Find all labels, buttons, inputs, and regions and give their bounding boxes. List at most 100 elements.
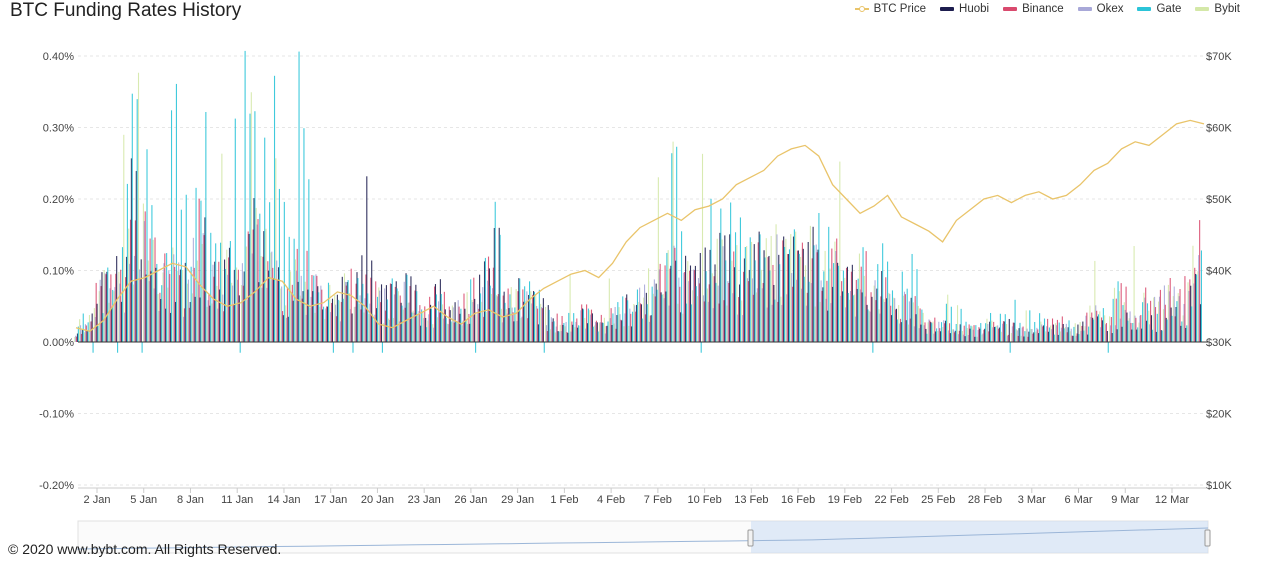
- y-left-tick-label: 0.10%: [43, 266, 74, 278]
- y-left-tick-label: 0.30%: [43, 123, 74, 135]
- bar-gate: [146, 149, 148, 342]
- bar-gate: [1073, 326, 1075, 342]
- bar-gate: [891, 290, 894, 342]
- bar-gate: [896, 319, 898, 342]
- bar-gate: [205, 111, 207, 342]
- bar-gate: [426, 327, 428, 342]
- navigator-handle-left[interactable]: [747, 529, 754, 547]
- bar-gate: [1146, 303, 1149, 342]
- bar-gate: [1068, 320, 1070, 342]
- bar-gate: [156, 263, 158, 342]
- bar-gate: [1112, 298, 1114, 342]
- bar-gate: [563, 322, 565, 342]
- y-left-tick-label: 0.40%: [43, 51, 74, 63]
- x-tick-label: 20 Jan: [361, 494, 394, 506]
- bar-gate: [1117, 281, 1119, 342]
- bar-gate: [553, 321, 555, 342]
- bar-gate: [283, 201, 285, 342]
- bar-gate: [1063, 328, 1065, 342]
- bar-gate: [852, 295, 854, 342]
- x-tick-label: 28 Feb: [968, 494, 1002, 506]
- bar-gate: [117, 342, 119, 353]
- bar-gate: [676, 146, 678, 342]
- bar-gate: [362, 283, 364, 342]
- bar-gate: [818, 212, 820, 342]
- copyright: © 2020 www.bybt.com. All Rights Reserved…: [8, 541, 282, 557]
- bar-gate: [1142, 302, 1144, 342]
- bar-gate: [514, 307, 516, 342]
- bar-gate: [862, 247, 864, 342]
- bar-gate: [445, 317, 447, 342]
- bar-gate: [725, 260, 727, 342]
- bar-gate: [273, 75, 276, 343]
- bar-gate: [141, 342, 143, 353]
- bar-gate: [661, 294, 663, 342]
- bar-gate: [955, 323, 957, 342]
- bar-gate: [666, 252, 668, 342]
- bar-gate: [1181, 321, 1183, 342]
- bar-gate: [734, 232, 737, 342]
- bar-gate: [558, 331, 560, 342]
- bar-gate: [406, 274, 408, 342]
- bar-gate: [1200, 250, 1202, 342]
- bar-gate: [1166, 319, 1168, 342]
- bar-gate: [573, 313, 575, 342]
- bar-gate: [759, 234, 761, 342]
- bar-gate: [651, 286, 653, 342]
- x-tick-label: 8 Jan: [177, 494, 204, 506]
- bar-gate: [656, 289, 658, 342]
- y-left-tick-label: -0.10%: [39, 409, 74, 421]
- bar-gate: [504, 302, 506, 342]
- navigator-handle-right[interactable]: [1204, 529, 1211, 547]
- bar-gate: [784, 246, 786, 342]
- bar-gate: [847, 292, 849, 342]
- bar-gate: [1191, 306, 1193, 342]
- y-right-tick-label: $40K: [1206, 266, 1232, 278]
- bar-gate: [681, 231, 683, 342]
- bar-gate: [990, 312, 992, 342]
- bar-gate: [1176, 301, 1178, 342]
- bar-gate: [215, 243, 217, 342]
- bar-gate: [877, 264, 879, 342]
- bar-gate: [636, 289, 638, 342]
- bar-gate: [1161, 330, 1163, 342]
- bar-gate: [87, 322, 89, 342]
- bar-gate: [872, 342, 874, 353]
- bar-huobi: [331, 298, 334, 342]
- bar-gate: [401, 305, 403, 342]
- y-right-tick-label: $60K: [1206, 123, 1232, 135]
- bar-gate: [965, 321, 967, 342]
- bar-gate: [342, 298, 344, 342]
- bar-gate: [926, 333, 928, 342]
- bar-gate: [1195, 274, 1198, 342]
- bar-huobi: [1008, 318, 1010, 342]
- bar-gate: [269, 202, 271, 342]
- bar-gate: [1019, 322, 1021, 342]
- x-tick-label: 26 Jan: [454, 494, 487, 506]
- bar-gate: [887, 261, 889, 342]
- bar-gate: [484, 257, 486, 342]
- bar-gate: [631, 311, 634, 342]
- bar-gate: [1014, 299, 1016, 342]
- bar-gate: [1186, 325, 1188, 342]
- bar-gate: [774, 299, 776, 342]
- bar-gate: [332, 342, 334, 353]
- bar-gate: [1097, 314, 1100, 342]
- x-tick-label: 4 Feb: [597, 494, 625, 506]
- bar-gate: [641, 318, 643, 342]
- bar-gate: [764, 257, 766, 342]
- bar-gate: [327, 282, 330, 342]
- bar-gate: [347, 280, 349, 342]
- bar-gate: [1004, 314, 1006, 342]
- bar-gate: [793, 229, 795, 342]
- bar-gate: [906, 288, 908, 342]
- bar-gate: [239, 342, 241, 353]
- bar-gate: [210, 232, 212, 342]
- bar-gate: [646, 304, 648, 342]
- bar-gate: [994, 326, 997, 342]
- bar-huobi: [542, 298, 544, 342]
- bar-gate: [1127, 320, 1129, 342]
- bar-gate: [960, 308, 962, 342]
- bar-gate: [798, 253, 800, 342]
- bar-gate: [293, 238, 295, 342]
